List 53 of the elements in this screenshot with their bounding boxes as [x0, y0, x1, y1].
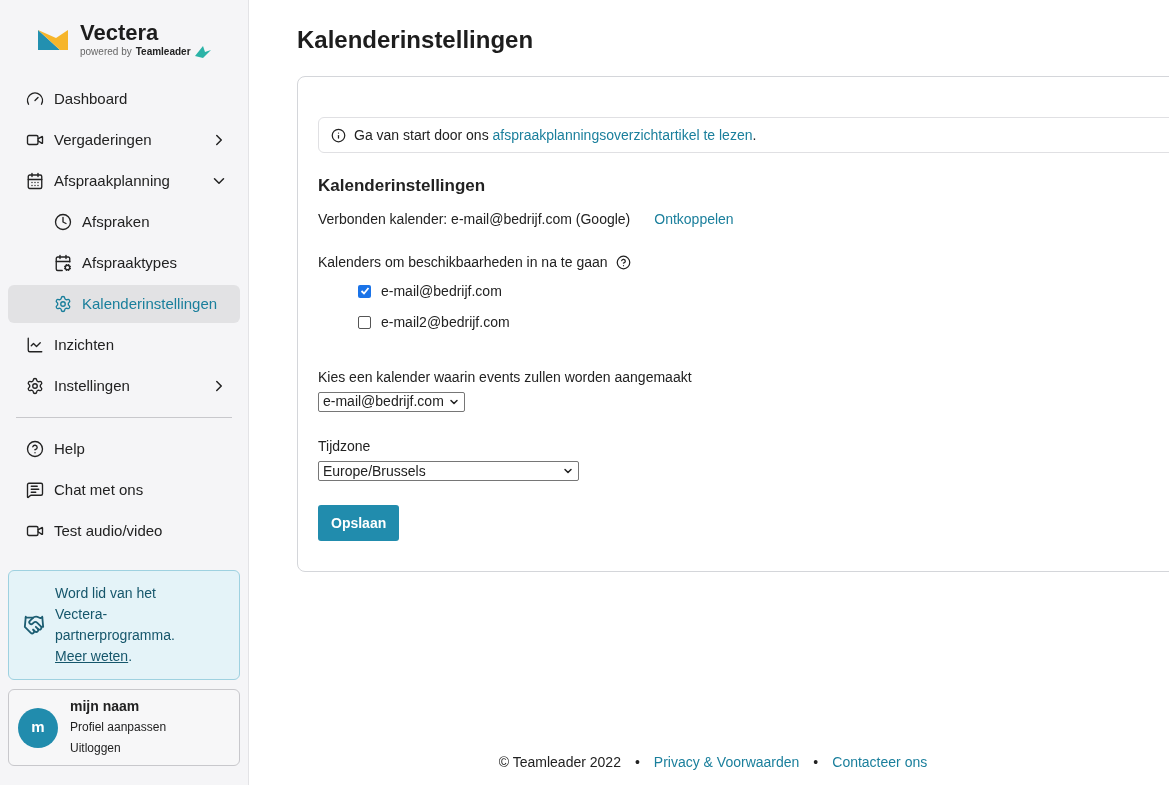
footer-link[interactable]: Contacteer ons — [832, 752, 928, 773]
nav-item[interactable]: Afspraken — [8, 203, 240, 241]
disconnect-link[interactable]: Ontkoppelen — [654, 208, 734, 230]
nav-item[interactable]: Inzichten — [8, 326, 240, 364]
create-calendar-label: Kies een kalender waarin events zullen worden aangemaakt — [318, 367, 693, 387]
section-title: Kalenderinstellingen — [318, 175, 487, 197]
info-icon — [331, 127, 346, 143]
timezone-select[interactable]: Europe/Brussels — [318, 461, 579, 481]
calendar-select[interactable]: e-mail@bedrijf.com — [318, 391, 465, 412]
settings-icon — [26, 377, 44, 395]
profile-name: mijn naam — [70, 697, 141, 716]
connected-calendar-text: Verbonden kalender: e-mail@bedrijf.com (Google) — [318, 209, 631, 229]
more-link[interactable]: Meer weten — [55, 648, 129, 664]
nav-item[interactable]: Help — [8, 430, 240, 468]
nav-item[interactable]: Vergaderingen — [8, 121, 240, 159]
help-icon — [26, 440, 44, 458]
checkbox[interactable] — [358, 315, 371, 329]
checkbox[interactable] — [358, 284, 371, 298]
logout-link[interactable]: Uitloggen — [70, 738, 167, 759]
clock-icon — [54, 213, 72, 231]
logo-wordmark: Vectera — [80, 22, 160, 44]
nav-item[interactable]: Afspraakplanning — [8, 162, 240, 200]
logo-brand: Teamleader — [135, 47, 191, 57]
nav-item[interactable]: Afspraaktypes — [8, 244, 240, 282]
separator-dot: • — [813, 753, 819, 772]
page-title: Kalenderinstellingen — [297, 25, 535, 54]
calendar-icon — [26, 172, 44, 190]
help-icon — [615, 254, 631, 270]
calendar-edit-icon — [54, 254, 72, 272]
handshake-icon — [23, 614, 45, 636]
calendar-option-label: e-mail@bedrijf.com — [381, 281, 502, 301]
nav-item[interactable]: Dashboard — [8, 80, 240, 118]
partner-text: Word lid van het Vectera-partnerprogramma. Meer weten. — [55, 584, 176, 666]
footer-link[interactable]: Privacy & Voorwaarden — [653, 752, 800, 773]
chat-icon — [26, 481, 44, 499]
edit-profile-link[interactable]: Profiel aanpassen — [70, 717, 167, 738]
save-button[interactable]: Opslaan — [318, 505, 400, 541]
nav-item[interactable]: Kalenderinstellingen — [8, 285, 240, 323]
nav-item[interactable]: Instellingen — [8, 367, 240, 405]
gauge-icon — [26, 90, 44, 108]
avatar: m — [18, 707, 58, 748]
line-chart-icon — [26, 336, 44, 354]
bird-icon — [194, 46, 211, 58]
logo-tagline: powered by — [80, 47, 132, 57]
info-text: Ga van start door ons afspraakplanningsoverzichtartikel te lezen. — [354, 125, 757, 145]
nav-item[interactable]: Chat met ons — [8, 471, 240, 509]
timezone-label: Tijdzone — [318, 437, 372, 456]
availability-label: Kalenders om beschikbaarheden in na te gaan — [318, 252, 608, 272]
calendar-option-label: e-mail2@bedrijf.com — [381, 312, 510, 332]
separator-dot: • — [634, 753, 640, 772]
settings-icon — [54, 295, 72, 313]
nav-item[interactable]: Test audio/video — [8, 512, 240, 550]
copyright-text: © Teamleader 2022 — [498, 753, 621, 772]
